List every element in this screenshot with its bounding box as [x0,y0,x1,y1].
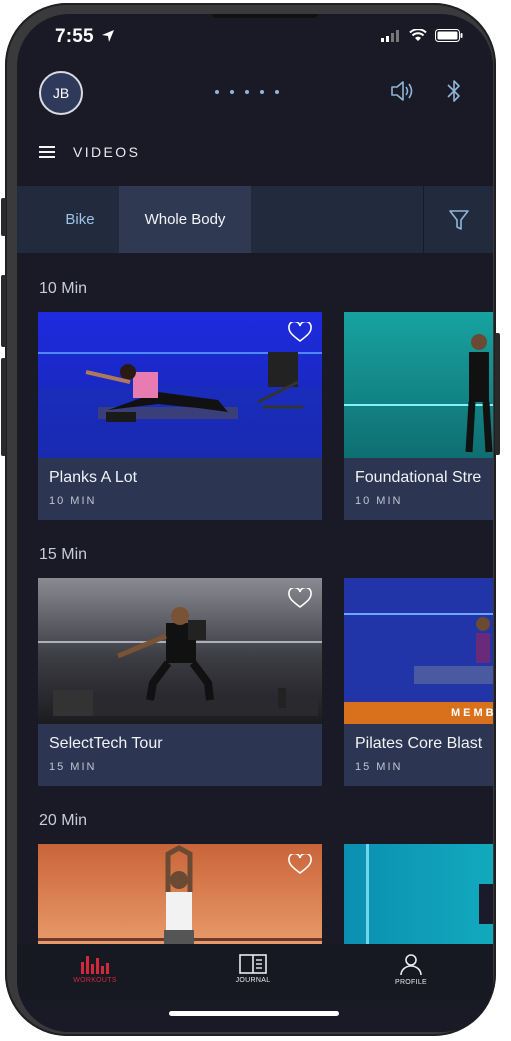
video-thumbnail [344,844,493,944]
status-time-text: 7:55 [55,26,94,47]
video-title: Foundational Stre [355,469,482,486]
filter-icon [448,209,469,230]
volume-up-button [1,275,6,347]
battery-icon [435,29,463,42]
signal-icon [381,29,399,42]
member-badge: MEMB [344,702,493,724]
status-time: 7:55 [55,26,115,48]
tab-whole-body[interactable]: Whole Body [119,186,251,253]
nav-profile[interactable]: PROFILE [371,954,451,986]
video-card-planks-a-lot[interactable]: Planks A Lot 10 MIN [38,312,322,520]
filter-button[interactable] [423,186,493,253]
page-indicator-dots [215,90,279,94]
home-area [17,1000,493,1032]
video-thumbnail [38,844,322,944]
avatar-initials: JB [52,85,70,101]
nav-journal-label: JOURNAL [235,977,271,984]
phone-frame: 7:55 JB VIDEOS Bike Whole Body 10 Min Pl… [1,3,500,1036]
video-card-20-min-first[interactable] [38,844,322,944]
profile-icon [400,954,422,976]
speaker-icon[interactable] [389,78,415,104]
heart-icon[interactable] [288,322,312,343]
video-title: Planks A Lot [49,469,138,486]
hamburger-menu-icon[interactable] [39,145,55,159]
location-arrow-icon [102,30,115,42]
video-duration: 15 MIN [49,761,97,773]
home-indicator[interactable] [169,1011,339,1016]
heart-icon[interactable] [288,854,312,875]
wifi-icon [409,29,427,41]
video-card-20-min-second[interactable] [344,844,493,944]
video-thumbnail [38,578,322,724]
video-card-foundational[interactable]: Foundational Stre 10 MIN [344,312,493,520]
bottom-nav: WORKOUTS JOURNAL PROFILE [17,944,493,1000]
video-thumbnail [344,312,493,458]
category-tabs: Bike Whole Body [17,186,493,253]
video-duration: 10 MIN [355,495,403,507]
power-button [495,333,500,455]
page-title: VIDEOS [73,144,141,160]
nav-workouts-label: WORKOUTS [73,977,117,984]
mute-switch [1,198,6,236]
nav-profile-label: PROFILE [394,979,428,986]
app-screen: 7:55 JB VIDEOS Bike Whole Body 10 Min Pl… [17,14,493,1032]
heart-icon[interactable] [288,588,312,609]
title-bar: VIDEOS [39,144,140,160]
nav-workouts[interactable]: WORKOUTS [55,954,135,984]
bluetooth-icon[interactable] [445,78,463,104]
notch [212,14,318,18]
video-duration: 10 MIN [49,495,97,507]
volume-down-button [1,358,6,456]
avatar[interactable]: JB [39,71,83,115]
video-card-pilates-core-blast[interactable]: MEMB Pilates Core Blast 15 MIN [344,578,493,786]
tab-bike[interactable]: Bike [45,186,115,253]
video-title: Pilates Core Blast [355,735,483,752]
section-title-20-min: 20 Min [39,812,88,829]
video-card-selecttech-tour[interactable]: SelectTech Tour 15 MIN [38,578,322,786]
video-title: SelectTech Tour [49,735,163,752]
status-indicators [381,29,463,42]
section-title-15-min: 15 Min [39,546,88,563]
journal-icon [239,954,267,974]
section-title-10-min: 10 Min [39,280,88,297]
workouts-bars-icon [81,956,109,974]
video-duration: 15 MIN [355,761,403,773]
video-thumbnail [38,312,322,458]
nav-journal[interactable]: JOURNAL [213,954,293,984]
